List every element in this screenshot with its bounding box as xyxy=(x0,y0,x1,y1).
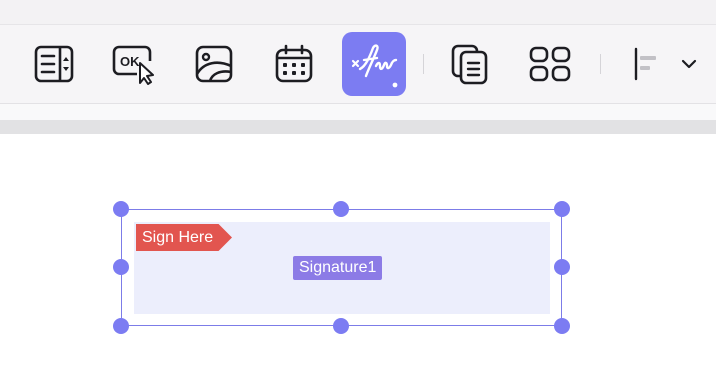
image-tool-button[interactable] xyxy=(182,32,246,96)
sign-here-tag: Sign Here xyxy=(136,224,232,251)
list-box-icon xyxy=(34,45,74,83)
resize-handle-top-right[interactable] xyxy=(554,201,570,217)
duplicate-icon xyxy=(451,44,488,85)
document-margin xyxy=(0,104,716,120)
image-icon xyxy=(195,45,233,83)
resize-handle-bottom-right[interactable] xyxy=(554,318,570,334)
document-divider xyxy=(0,120,716,134)
calendar-icon xyxy=(275,44,313,83)
signature-icon xyxy=(351,44,398,88)
resize-handle-bottom-left[interactable] xyxy=(113,318,129,334)
ok-button-icon: OK xyxy=(112,45,154,85)
signature-tool-button[interactable] xyxy=(342,32,406,96)
resize-handle-left[interactable] xyxy=(113,259,129,275)
resize-handle-bottom[interactable] xyxy=(333,318,349,334)
toolbar-separator xyxy=(600,54,601,74)
chevron-down-icon xyxy=(681,59,697,69)
resize-handle-top-left[interactable] xyxy=(113,201,129,217)
ok-text: OK xyxy=(120,54,140,69)
title-bar xyxy=(0,0,716,25)
resize-handle-top[interactable] xyxy=(333,201,349,217)
field-name-label: Signature1 xyxy=(293,256,383,280)
duplicate-tool-button[interactable] xyxy=(438,32,502,96)
align-left-icon xyxy=(634,47,656,81)
align-dropdown[interactable] xyxy=(630,44,698,84)
grid-tool-button[interactable] xyxy=(518,32,582,96)
button-tool-button[interactable]: OK xyxy=(102,32,166,96)
list-box-tool-button[interactable] xyxy=(22,32,86,96)
toolbar-separator xyxy=(423,54,424,74)
date-tool-button[interactable] xyxy=(262,32,326,96)
resize-handle-right[interactable] xyxy=(554,259,570,275)
grid-icon xyxy=(529,46,571,82)
